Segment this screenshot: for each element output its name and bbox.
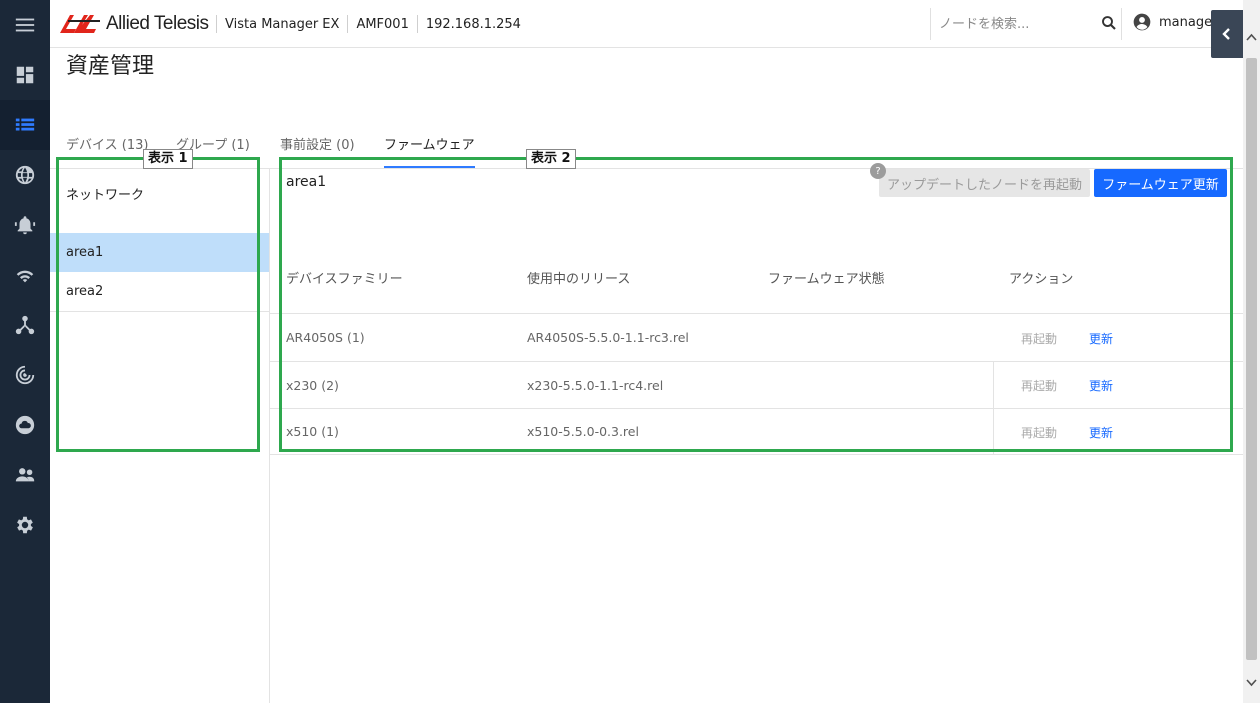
globe-icon[interactable]	[0, 150, 50, 200]
users-icon[interactable]	[0, 450, 50, 500]
top-header: Allied Telesis Vista Manager EX AMF001 1…	[50, 0, 1243, 48]
node-search	[930, 8, 1122, 40]
amf-name: AMF001	[356, 16, 409, 32]
row-restart-link[interactable]: 再起動	[1021, 377, 1057, 394]
header-divider	[347, 15, 349, 33]
restart-updated-nodes-button[interactable]: アップデートしたノードを再起動	[879, 169, 1090, 197]
row-family: AR4050S (1)	[286, 330, 365, 345]
radar-icon[interactable]	[0, 350, 50, 400]
scroll-up-arrow-icon[interactable]	[1246, 32, 1257, 44]
nav-rail	[0, 0, 50, 703]
row-restart-link[interactable]: 再起動	[1021, 330, 1057, 347]
row-restart-link[interactable]: 再起動	[1021, 424, 1057, 441]
node-search-input[interactable]	[939, 13, 1089, 35]
list-divider	[50, 311, 269, 312]
cloud-icon[interactable]	[0, 400, 50, 450]
menu-icon[interactable]	[0, 0, 50, 50]
column-header-release: 使用中のリリース	[527, 272, 631, 287]
product-name: Vista Manager EX	[225, 16, 340, 32]
user-name: manager	[1159, 14, 1218, 30]
network-topology-icon[interactable]	[0, 300, 50, 350]
action-column-divider	[993, 362, 994, 454]
table-bottom-divider	[270, 454, 1243, 455]
scrollbar-thumb[interactable]	[1246, 58, 1257, 660]
settings-gear-icon[interactable]	[0, 500, 50, 550]
annotation-label-2: 表示 2	[526, 149, 576, 169]
row-update-link[interactable]: 更新	[1089, 377, 1113, 394]
row-family: x230 (2)	[286, 378, 339, 393]
row-update-link[interactable]: 更新	[1089, 330, 1113, 347]
header-info: Vista Manager EX AMF001 192.168.1.254	[216, 14, 521, 34]
user-menu[interactable]: manager	[1132, 12, 1217, 32]
column-header-status: ファームウェア状態	[768, 272, 885, 287]
asset-list-icon[interactable]	[0, 100, 50, 150]
chevron-left-icon	[1222, 28, 1230, 40]
account-circle-icon	[1133, 13, 1151, 31]
network-heading: ネットワーク	[66, 188, 145, 203]
row-release: x510-5.5.0-0.3.rel	[527, 424, 639, 439]
scroll-down-arrow-icon[interactable]	[1246, 676, 1257, 688]
column-header-family: デバイスファミリー	[286, 272, 403, 287]
dashboard-icon[interactable]	[0, 50, 50, 100]
panel-divider	[269, 168, 270, 703]
search-icon[interactable]	[1100, 14, 1118, 32]
alarm-bell-icon[interactable]	[0, 200, 50, 250]
allied-telesis-logo-icon	[60, 15, 100, 33]
brand-logo: Allied Telesis	[60, 13, 209, 34]
column-header-action: アクション	[1009, 272, 1074, 287]
annotation-label-1: 表示 1	[143, 149, 193, 169]
header-divider	[416, 15, 418, 33]
panel-collapse-button[interactable]	[1211, 10, 1243, 58]
selected-area-title: area1	[286, 174, 327, 190]
row-update-link[interactable]: 更新	[1089, 424, 1113, 441]
right-tabs: 事前設定 (0) ファームウェア	[280, 134, 475, 153]
wireless-icon[interactable]	[0, 250, 50, 300]
brand-name: Allied Telesis	[106, 13, 209, 34]
table-row-divider	[270, 361, 1243, 362]
info-badge-icon[interactable]: ?	[870, 163, 886, 179]
table-row-divider	[270, 408, 1243, 409]
row-release: AR4050S-5.5.0-1.1-rc3.rel	[527, 330, 689, 345]
row-release: x230-5.5.0-1.1-rc4.rel	[527, 378, 664, 393]
list-item-area1[interactable]: area1	[50, 233, 269, 272]
page-title: 資産管理	[66, 54, 155, 79]
firmware-update-button[interactable]: ファームウェア更新	[1094, 169, 1227, 197]
table-header-divider	[270, 313, 1243, 314]
vertical-scrollbar[interactable]	[1243, 0, 1260, 703]
tab-preconfig[interactable]: 事前設定 (0)	[280, 134, 384, 153]
row-family: x510 (1)	[286, 424, 339, 439]
header-divider	[216, 15, 217, 33]
ip-address: 192.168.1.254	[425, 16, 521, 32]
tab-firmware[interactable]: ファームウェア	[384, 134, 475, 153]
list-item-area2[interactable]: area2	[50, 272, 269, 311]
